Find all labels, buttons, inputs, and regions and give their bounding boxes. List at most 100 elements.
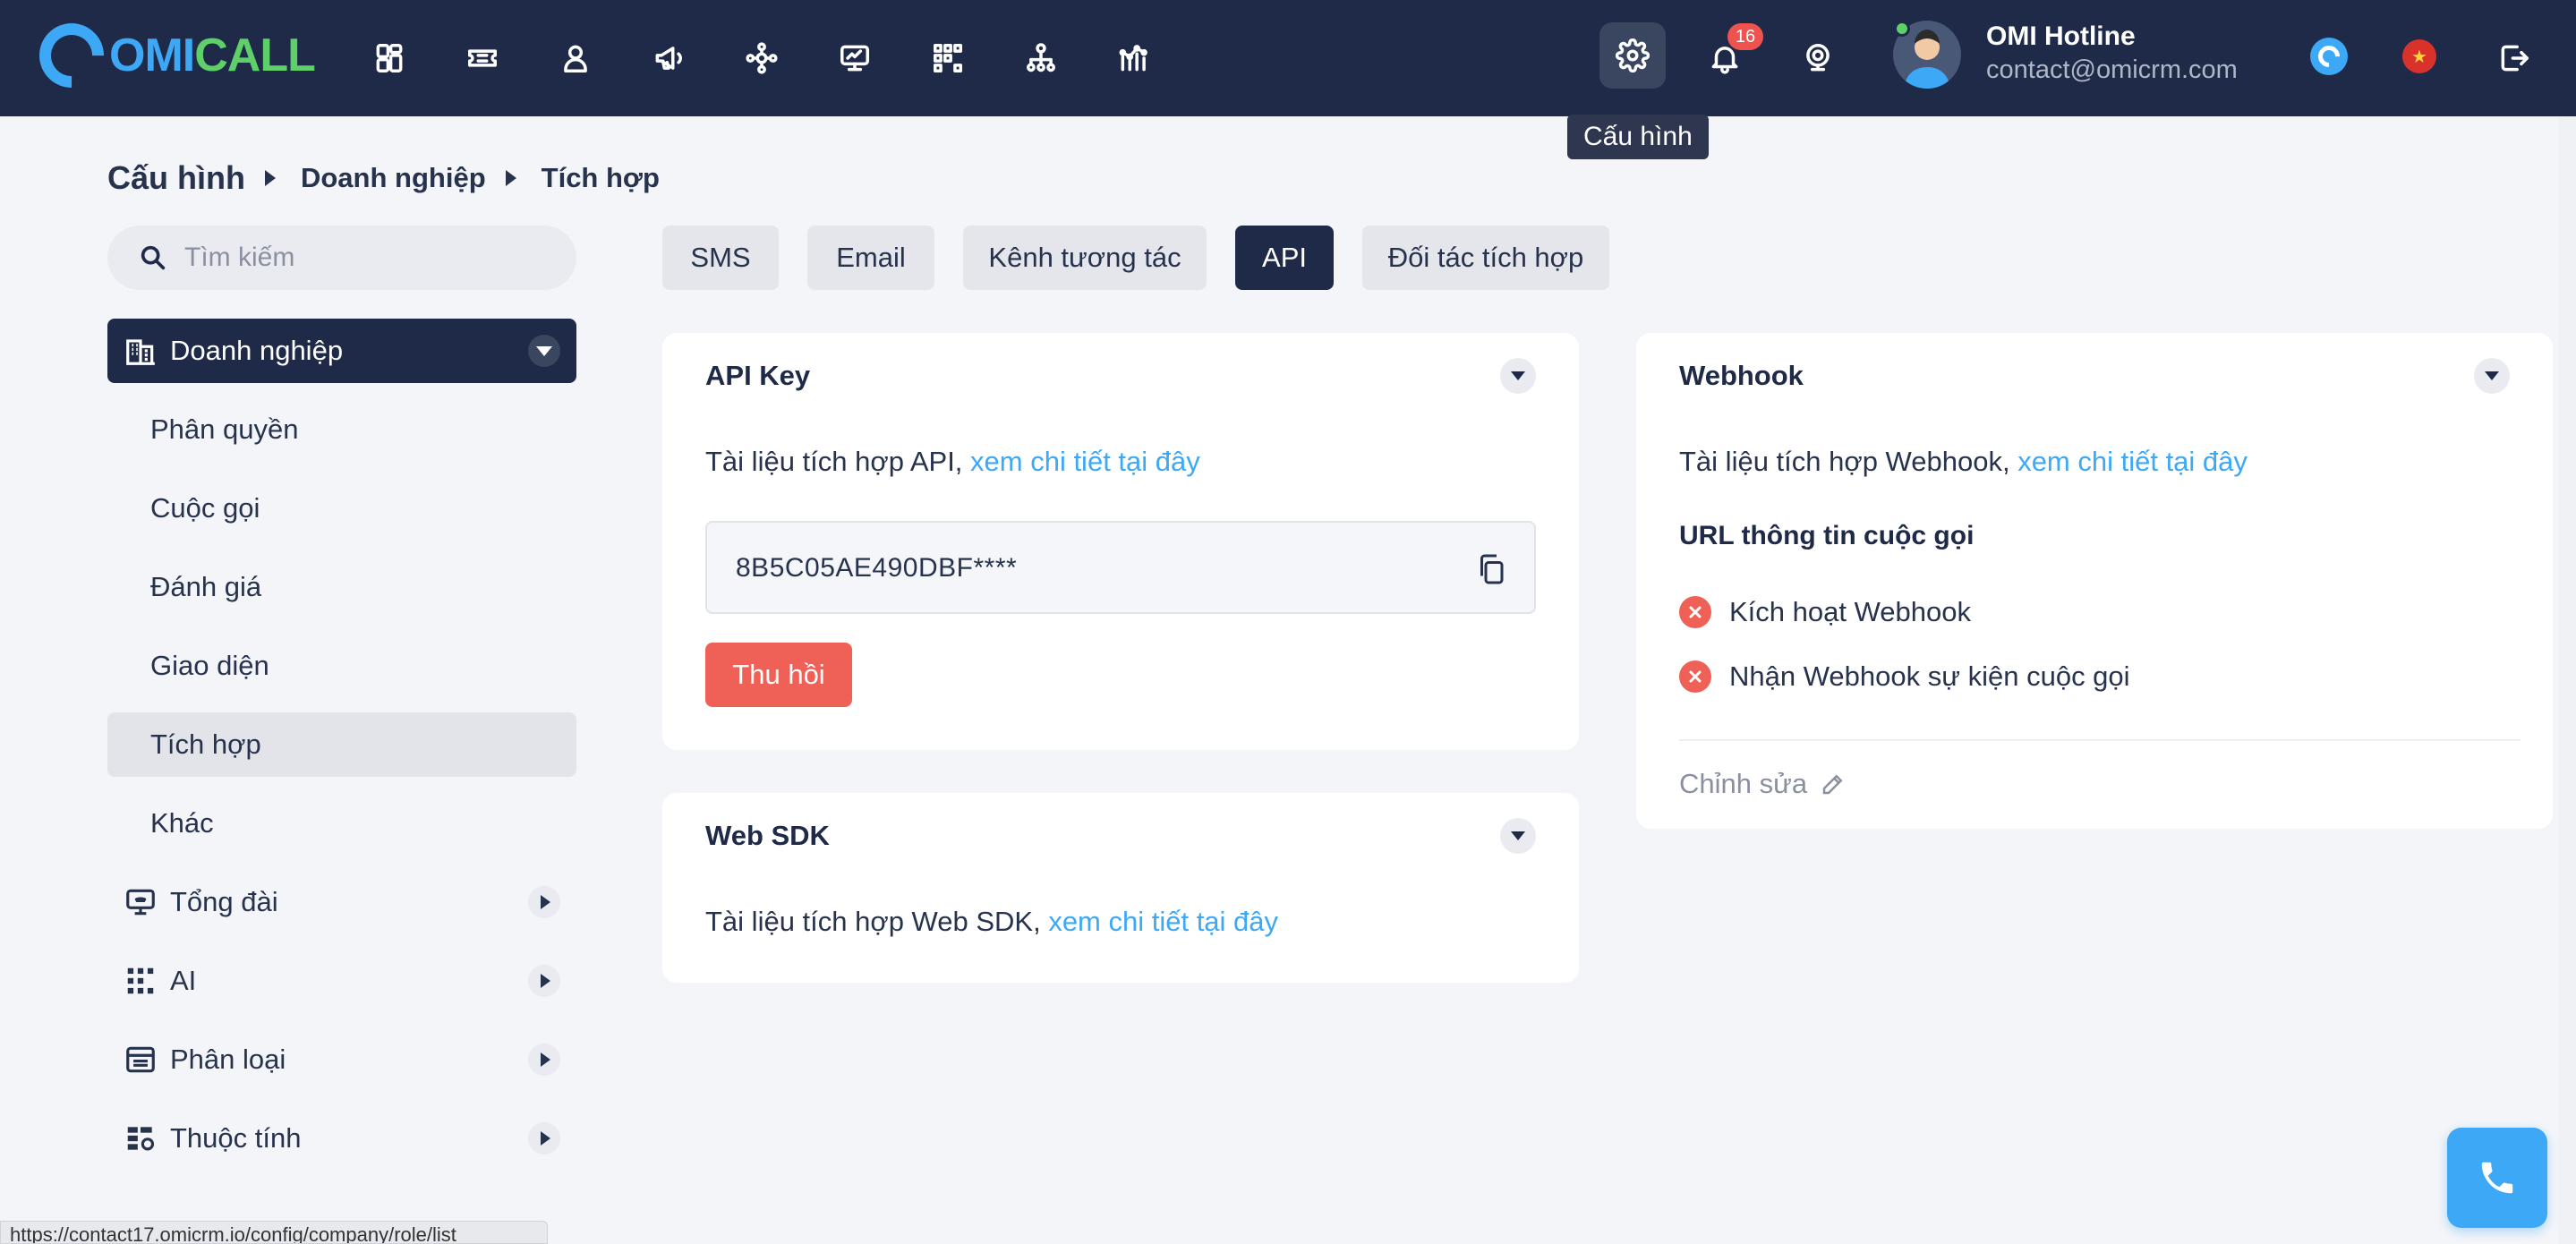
divider — [1679, 739, 2521, 741]
sidebar-group-doanh-nghiep[interactable]: Doanh nghiệp — [107, 319, 576, 383]
edit-button[interactable]: Chỉnh sửa — [1679, 768, 1847, 800]
revoke-button[interactable]: Thu hồi — [705, 643, 852, 707]
dashboard-icon[interactable] — [365, 34, 414, 82]
user-name[interactable]: OMI Hotline — [1986, 21, 2136, 52]
table-settings-icon — [127, 1127, 155, 1151]
sidebar-item-tich-hop[interactable]: Tích hợp — [107, 712, 576, 777]
organization-icon[interactable] — [1017, 34, 1065, 82]
disabled-x-icon — [1679, 596, 1711, 628]
web-sdk-doc-line: Tài liệu tích hợp Web SDK, xem chi tiết … — [705, 906, 1278, 938]
webhook-option-call-events: Nhận Webhook sự kiện cuộc gọi — [1679, 660, 2130, 693]
tab-doi-tac-tich-hop[interactable]: Đối tác tích hợp — [1362, 226, 1609, 290]
settings-tooltip: Cấu hình — [1567, 115, 1709, 159]
building-icon — [126, 339, 155, 365]
sidebar-group-label: AI — [170, 965, 197, 996]
online-status-dot — [1894, 21, 1910, 37]
chevron-down-icon[interactable] — [1500, 358, 1536, 394]
sidebar-group-phan-loai[interactable]: Phân loại — [107, 1027, 576, 1092]
chevron-right-icon[interactable] — [528, 1044, 560, 1076]
breadcrumb-root[interactable]: Cấu hình — [107, 159, 245, 197]
sidebar-group-label: Thuộc tính — [170, 1122, 302, 1154]
pencil-icon — [1822, 774, 1843, 795]
webhook-card: Webhook Tài liệu tích hợp Webhook, xem c… — [1636, 333, 2553, 829]
sidebar-group-label: Doanh nghiệp — [170, 335, 344, 366]
logo-text-call: CALL — [194, 30, 316, 81]
webhook-option-label: Kích hoạt Webhook — [1729, 596, 1971, 627]
web-sdk-doc-link[interactable]: xem chi tiết tại đây — [1048, 906, 1278, 937]
webcam-icon[interactable] — [1794, 34, 1842, 82]
sidebar-group-ai[interactable]: AI — [107, 949, 576, 1013]
chevron-down-icon[interactable] — [1500, 818, 1536, 854]
monitor-icon[interactable] — [831, 34, 879, 82]
breadcrumb-separator-icon — [505, 170, 516, 186]
notification-badge: 16 — [1727, 23, 1763, 50]
api-key-field: 8B5C05AE490DBF**** — [705, 521, 1536, 614]
sidebar-item-danh-gia[interactable]: Đánh giá — [107, 555, 576, 619]
settings-button[interactable] — [1599, 22, 1666, 89]
sidebar-item-phan-quyen[interactable]: Phân quyền — [107, 397, 576, 462]
omicall-logo[interactable]: OMICALL — [26, 10, 316, 101]
webhook-doc-text: Tài liệu tích hợp Webhook, — [1679, 446, 2018, 477]
api-doc-link[interactable]: xem chi tiết tại đây — [970, 446, 1200, 477]
tab-email[interactable]: Email — [807, 226, 934, 290]
user-email: contact@omicrm.com — [1986, 55, 2238, 84]
apps-icon[interactable] — [924, 34, 972, 82]
user-icon[interactable] — [551, 34, 600, 82]
gear-icon — [1616, 38, 1650, 72]
sidebar-item-khac[interactable]: Khác — [107, 791, 576, 856]
chevron-right-icon[interactable] — [528, 886, 560, 918]
logo-text-omi: OMI — [109, 30, 195, 81]
card-title: Webhook — [1679, 360, 1804, 391]
copy-icon[interactable] — [1475, 551, 1507, 587]
webhook-option-activate: Kích hoạt Webhook — [1679, 596, 1971, 628]
webhook-doc-link[interactable]: xem chi tiết tại đây — [2017, 446, 2248, 477]
disabled-x-icon — [1679, 660, 1711, 693]
phone-icon — [2481, 1162, 2513, 1194]
megaphone-icon[interactable] — [644, 34, 693, 82]
sidebar-search — [107, 226, 576, 290]
search-input[interactable] — [184, 243, 560, 273]
breadcrumb-level1[interactable]: Doanh nghiệp — [301, 162, 486, 194]
web-sdk-card: Web SDK Tài liệu tích hợp Web SDK, xem c… — [662, 793, 1579, 983]
sidebar-item-giao-dien[interactable]: Giao diện — [107, 634, 576, 698]
page-scrollbar[interactable] — [2558, 116, 2576, 1244]
analytics-icon[interactable] — [1110, 34, 1158, 82]
api-key-value: 8B5C05AE490DBF**** — [736, 553, 1018, 583]
breadcrumb: Cấu hình Doanh nghiệp Tích hợp — [107, 158, 660, 199]
webhook-doc-line: Tài liệu tích hợp Webhook, xem chi tiết … — [1679, 446, 2248, 478]
webhook-option-label: Nhận Webhook sự kiện cuộc gọi — [1729, 660, 2130, 692]
edit-label: Chỉnh sửa — [1679, 768, 1808, 799]
ticket-icon[interactable] — [458, 34, 507, 82]
tab-kenh-tuong-tac[interactable]: Kênh tương tác — [963, 226, 1207, 290]
api-doc-text: Tài liệu tích hợp API, — [705, 446, 971, 477]
card-title: Web SDK — [705, 820, 830, 851]
sidebar-group-thuoc-tinh[interactable]: Thuộc tính — [107, 1106, 576, 1171]
chevron-down-icon[interactable] — [528, 335, 560, 367]
chevron-down-icon[interactable] — [2474, 358, 2510, 394]
switchboard-icon — [126, 889, 155, 916]
search-icon — [141, 245, 166, 270]
sidebar-item-cuoc-goi[interactable]: Cuộc gọi — [107, 476, 576, 541]
omicall-app-icon[interactable] — [2310, 38, 2348, 75]
logout-icon[interactable] — [2490, 34, 2538, 82]
call-button[interactable] — [2447, 1128, 2547, 1228]
logo-mark-icon — [26, 10, 117, 101]
tab-api[interactable]: API — [1235, 226, 1334, 290]
api-key-card: API Key Tài liệu tích hợp API, xem chi t… — [662, 333, 1579, 750]
chevron-right-icon[interactable] — [528, 965, 560, 997]
sidebar-group-tong-dai[interactable]: Tổng đài — [107, 870, 576, 934]
breadcrumb-level2: Tích hợp — [541, 162, 660, 193]
webhook-subtitle: URL thông tin cuộc gọi — [1679, 521, 1975, 550]
tab-sms[interactable]: SMS — [662, 226, 779, 290]
api-doc-line: Tài liệu tích hợp API, xem chi tiết tại … — [705, 446, 1200, 478]
card-title: API Key — [705, 360, 811, 391]
integration-icon[interactable] — [738, 34, 786, 82]
ai-grid-icon — [127, 967, 154, 994]
breadcrumb-separator-icon — [264, 170, 276, 186]
vietnam-flag-icon[interactable]: ★ — [2402, 39, 2436, 73]
list-icon — [126, 1046, 155, 1073]
top-navigation-bar: OMICALL 16 OMI Hotline contact@omicrm.co… — [0, 0, 2576, 116]
chevron-right-icon[interactable] — [528, 1122, 560, 1155]
sidebar-group-label: Tổng đài — [170, 886, 278, 917]
status-bar-url: https://contact17.omicrm.io/config/compa… — [0, 1221, 548, 1244]
